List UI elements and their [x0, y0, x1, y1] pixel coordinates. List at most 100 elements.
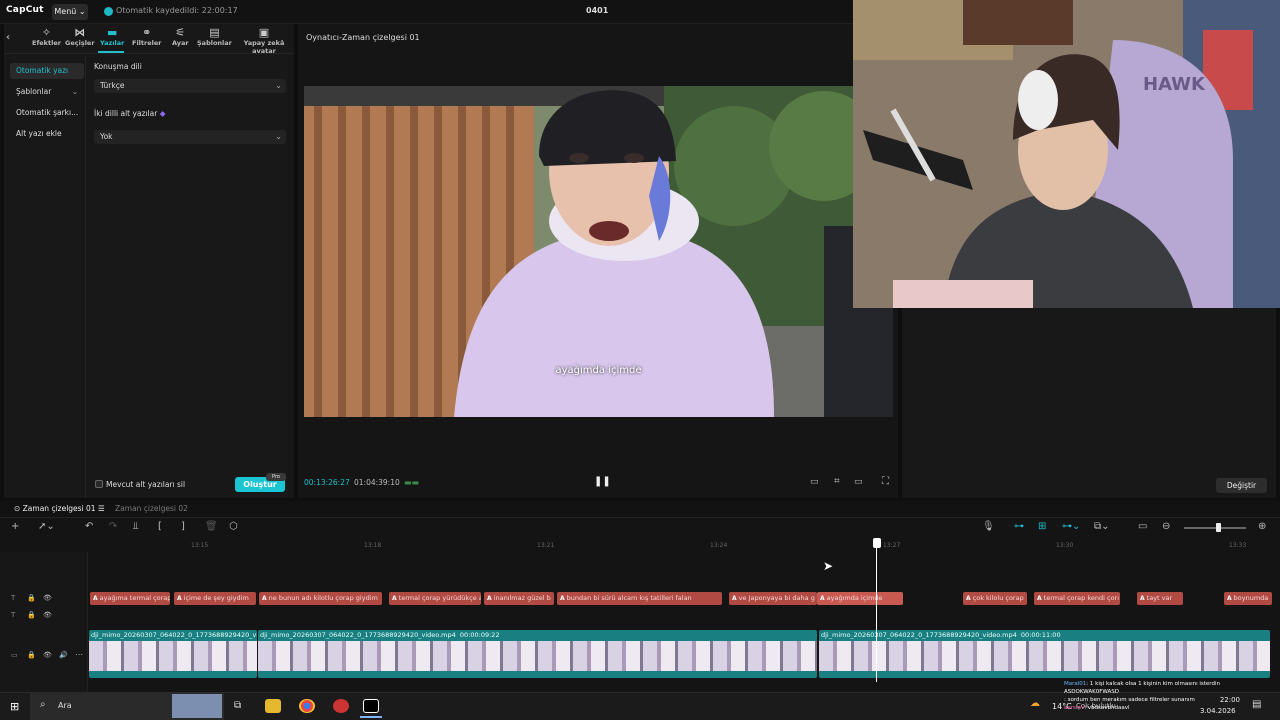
sidenav-templates[interactable]: Otomatik yazıŞablonlar⌄: [10, 84, 84, 100]
bilingual-caption-label: İki dilli alt yazılar ◆: [94, 109, 166, 118]
subtitle-clip[interactable]: Ane bunun adı kilotlu çorap giydim: [259, 592, 382, 605]
subtitle-clip[interactable]: Atermal çorap yürüdükçe a: [389, 592, 481, 605]
speech-language-select[interactable]: Türkçe ⌄: [94, 79, 286, 93]
autosave-status: Otomatik kaydedildi: 22:00:17: [116, 6, 238, 15]
magnet-icon[interactable]: ⊞: [1038, 521, 1046, 532]
eye-icon[interactable]: 👁: [43, 611, 52, 619]
preview-axis-icon[interactable]: ⧉⌄: [1094, 521, 1110, 532]
chrome-icon[interactable]: [299, 699, 315, 713]
video-clip[interactable]: dji_mimo_20260307_064022_0_1773688929420…: [89, 630, 257, 678]
subtitle-overlay[interactable]: ayağımda içimde: [304, 365, 893, 376]
speech-language-label: Konuşma dili: [94, 62, 142, 71]
gem-icon: ◆: [159, 109, 166, 118]
menu-button[interactable]: Menü ⌄: [52, 4, 88, 20]
video-clip[interactable]: dji_mimo_20260307_064022_0_1773688929420…: [258, 630, 817, 678]
fit-icon[interactable]: ▭: [1138, 521, 1147, 532]
lock-icon[interactable]: 🔒: [27, 611, 36, 619]
tab-texts[interactable]: ▬ Yazılar: [100, 26, 124, 47]
caption-toggle-icon[interactable]: ▭: [810, 477, 819, 487]
pro-badge: Pro: [266, 473, 286, 481]
tabs-back-button[interactable]: ‹: [6, 32, 10, 43]
trim-right-icon[interactable]: ]: [181, 521, 185, 532]
subtitle-clip[interactable]: Abundan bi sürü alcam kış tatilleri fala…: [557, 592, 722, 605]
zoom-out-icon[interactable]: ⊖: [1162, 521, 1170, 532]
split-icon[interactable]: ⫫: [133, 521, 139, 532]
microphone-icon[interactable]: 🎙: [982, 521, 995, 532]
audio-meter-icon: ▬▬: [404, 478, 420, 487]
sparkle-icon: ✧: [41, 26, 52, 39]
sidenav-add-caption[interactable]: Alt yazı ekle: [10, 126, 84, 142]
link-icon[interactable]: ⊶⌄: [1062, 521, 1080, 532]
notification-icon[interactable]: ▤: [1252, 699, 1261, 710]
ratio-icon[interactable]: ▭: [854, 477, 863, 487]
file-explorer-icon[interactable]: [265, 699, 281, 713]
tab-ai-avatar[interactable]: ▣ Yapay zekâ avatar: [234, 26, 294, 55]
delete-icon[interactable]: 🗑: [205, 521, 218, 532]
template-icon: ▤: [209, 26, 220, 39]
subtitle-clip[interactable]: Atayt var: [1137, 592, 1183, 605]
add-icon[interactable]: +: [11, 521, 19, 532]
taskbar-search[interactable]: ⌕ Ara: [30, 692, 224, 720]
select-tool-icon[interactable]: ➚⌄: [38, 521, 55, 532]
capcut-taskbar-icon[interactable]: [363, 699, 379, 713]
chat-message: aersinV: vbdsavbhdaavl: [1064, 705, 1130, 711]
video-clip[interactable]: dji_mimo_20260307_064022_0_1773688929420…: [819, 630, 1270, 678]
tab-effects[interactable]: ✧ Efektler: [32, 26, 61, 47]
obs-icon[interactable]: [333, 699, 349, 713]
zoom-in-icon[interactable]: ⊕: [1258, 521, 1266, 532]
link-main-icon[interactable]: ⊶: [1014, 521, 1024, 532]
marker-icon[interactable]: ⬡: [229, 521, 238, 532]
subtitle-clip[interactable]: Atermal çorap kendi çorı: [1034, 592, 1120, 605]
speaker-icon[interactable]: 🔊: [59, 651, 68, 659]
subtitle-clip[interactable]: Aayağıma termal çorap gi: [90, 592, 170, 605]
task-view-icon[interactable]: ⧉: [234, 700, 241, 711]
change-button[interactable]: Değiştir: [1216, 478, 1267, 493]
tab-transitions[interactable]: ⋈ Geçişler: [65, 26, 95, 47]
pause-button[interactable]: ❚❚: [594, 476, 611, 487]
text-track-icon: T: [11, 594, 16, 602]
timeline-tab-2[interactable]: Zaman çizelgesi 02: [115, 504, 188, 513]
subtitle-clip[interactable]: Aboynumda: [1224, 592, 1272, 605]
subtitle-clip[interactable]: Aiçime de şey giydim: [174, 592, 256, 605]
ruler-tick: 13:30: [1056, 542, 1074, 549]
player-title: Oynatıcı-Zaman çizelgesi 01: [306, 33, 420, 42]
crop-icon[interactable]: ⌗: [834, 476, 840, 487]
timeline-tab-bar: [0, 501, 1280, 518]
sidenav-auto-lyrics[interactable]: Otomatik şarkı...: [10, 105, 84, 121]
bowtie-icon: ⋈: [74, 26, 86, 39]
playhead-handle[interactable]: [873, 538, 881, 548]
undo-icon[interactable]: ↶: [85, 521, 93, 532]
eye-icon[interactable]: 👁: [43, 651, 52, 659]
ruler-tick: 13:33: [1229, 542, 1247, 549]
bilingual-caption-select[interactable]: Yok ⌄: [94, 130, 286, 144]
chat-message: : sordum ben merakım sadece filtreler su…: [1064, 697, 1195, 703]
total-time: 01:04:39:10: [354, 478, 400, 487]
playhead[interactable]: [876, 538, 877, 682]
tab-filters[interactable]: ⚭ Filtreler: [132, 26, 161, 47]
trim-left-icon[interactable]: [: [158, 521, 162, 532]
tab-adjust[interactable]: ⚟ Ayar: [172, 26, 189, 47]
zoom-slider-handle[interactable]: [1216, 523, 1221, 532]
windows-start-icon[interactable]: ⊞: [10, 700, 19, 713]
lock-icon[interactable]: 🔒: [27, 651, 36, 659]
project-title: 0401: [586, 6, 609, 15]
subtitle-clip[interactable]: Ainanılmaz güzel b: [484, 592, 554, 605]
redo-icon[interactable]: ↷: [109, 521, 117, 532]
tab-templates[interactable]: ▤ Şablonlar: [197, 26, 232, 47]
timeline-tab-1[interactable]: ⊙ Zaman çizelgesi 01 ☰: [14, 504, 105, 513]
video-preview[interactable]: ayağımda içimde: [304, 86, 893, 417]
avatar-icon: ▣: [258, 26, 270, 39]
more-icon[interactable]: ⋯: [75, 650, 83, 659]
zoom-slider[interactable]: [1184, 527, 1246, 529]
fullscreen-icon[interactable]: ⛶: [882, 476, 889, 487]
text-icon: ▬: [106, 26, 118, 39]
delete-existing-checkbox[interactable]: [95, 480, 103, 488]
filter-icon: ⚭: [142, 26, 152, 39]
eye-icon[interactable]: 👁: [43, 594, 52, 602]
sidenav-auto-caption[interactable]: Otomatik yazı: [10, 63, 84, 79]
subtitle-clip-selected[interactable]: Aayağımda içimde: [817, 592, 903, 605]
capcut-logo: CapCut: [6, 5, 44, 15]
subtitle-clip[interactable]: Ave Japonyaya bi daha g: [729, 592, 817, 605]
lock-icon[interactable]: 🔒: [27, 594, 36, 602]
subtitle-clip[interactable]: Açok kilolu çorap: [963, 592, 1027, 605]
